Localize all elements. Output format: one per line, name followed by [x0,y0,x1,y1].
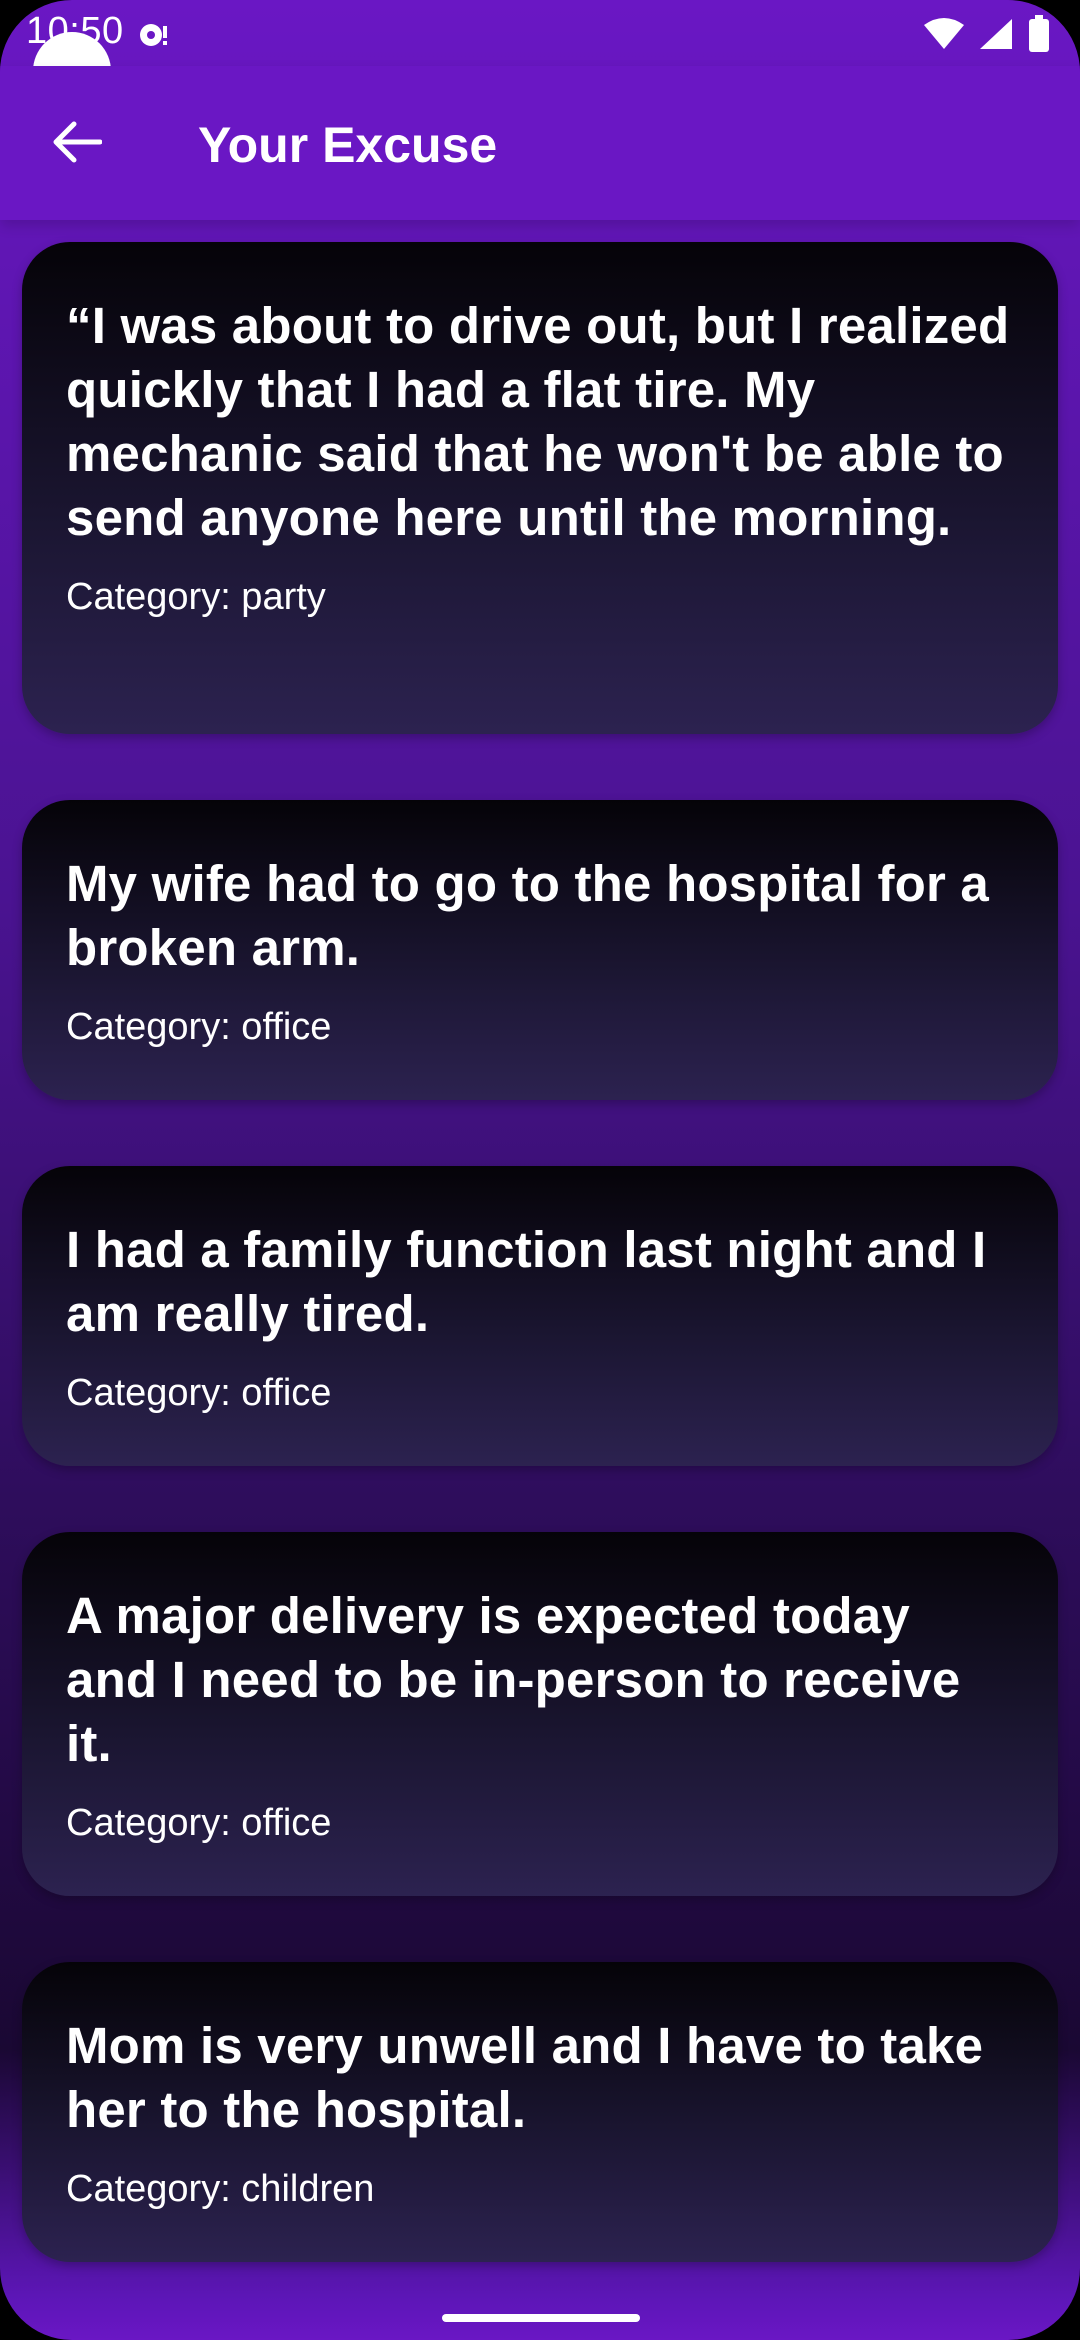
back-button[interactable] [40,114,112,174]
excuse-card[interactable]: “I was about to drive out, but I realize… [22,242,1058,734]
screen: 10:50 Your Excuse “I was about to drive … [0,0,1080,2340]
excuse-text: My wife had to go to the hospital for a … [66,855,989,976]
arrow-back-icon [50,120,103,169]
status-bar: 10:50 [0,0,1080,66]
status-icons [924,14,1050,54]
excuse-card[interactable]: A major delivery is expected today and I… [22,1532,1058,1896]
signal-icon [978,17,1014,51]
excuse-category: Category: party [66,576,326,618]
excuse-category: Category: office [66,1802,332,1844]
home-indicator[interactable] [442,2314,640,2322]
app-bar: Your Excuse [0,66,1080,220]
excuse-card[interactable]: Mom is very unwell and I have to take he… [22,1962,1058,2262]
excuse-text: Mom is very unwell and I have to take he… [66,2017,984,2138]
excuse-category: Category: children [66,2168,375,2210]
battery-icon [1028,15,1050,53]
excuse-category: Category: office [66,1372,332,1414]
page-title: Your Excuse [198,117,498,173]
excuse-category: Category: office [66,1006,332,1048]
excuse-text: A major delivery is expected today and I… [66,1587,961,1772]
excuse-card[interactable]: I had a family function last night and I… [22,1166,1058,1466]
excuse-text: “I was about to drive out, but I realize… [66,297,1010,546]
notification-icon [136,18,170,52]
wifi-icon [924,17,964,51]
excuse-card[interactable]: My wife had to go to the hospital for a … [22,800,1058,1100]
excuse-text: I had a family function last night and I… [66,1221,987,1342]
